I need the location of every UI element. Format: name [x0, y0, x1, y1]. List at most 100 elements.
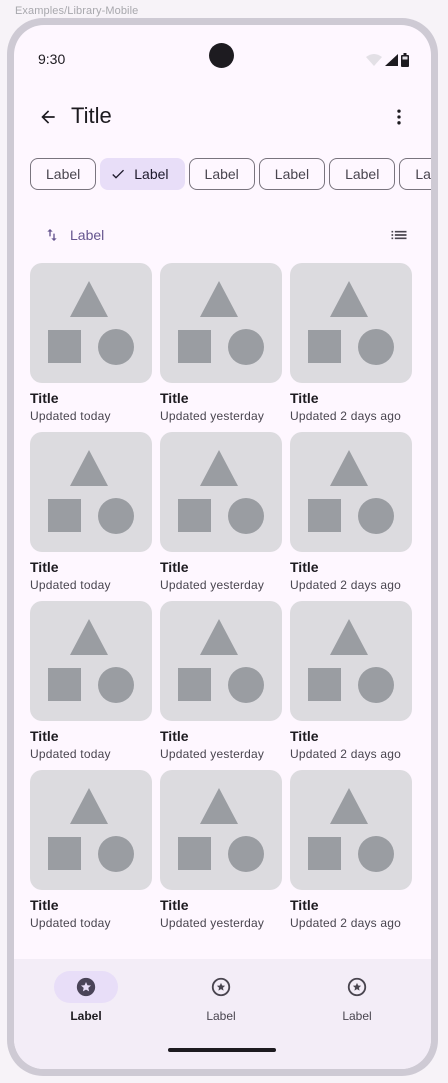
card-title: Title	[290, 390, 319, 406]
star-circle-icon	[347, 977, 367, 997]
library-card[interactable]: Title Updated yesterday	[160, 770, 282, 930]
library-grid: Title Updated today Title Updated yesterday…	[30, 263, 412, 930]
device-frame: 9:30 Title Label Label Label Label Label…	[7, 18, 438, 1076]
filter-chip[interactable]: Label	[258, 158, 326, 190]
card-title: Title	[160, 559, 189, 575]
chip-label: Label	[274, 166, 310, 182]
top-app-bar: Title	[14, 89, 431, 145]
check-icon	[112, 169, 125, 179]
placeholder-image	[290, 770, 412, 890]
library-card[interactable]: Title Updated 2 days ago	[290, 432, 412, 592]
library-card[interactable]: Title Updated today	[30, 263, 152, 423]
library-card[interactable]: Title Updated 2 days ago	[290, 770, 412, 930]
home-indicator[interactable]	[168, 1048, 276, 1052]
sort-label: Label	[70, 227, 105, 243]
chip-label: Label	[134, 166, 169, 182]
placeholder-image	[290, 263, 412, 383]
card-subtitle: Updated 2 days ago	[290, 578, 402, 592]
placeholder-image	[160, 770, 282, 890]
card-title: Title	[160, 728, 189, 744]
battery-icon	[401, 53, 409, 67]
placeholder-image	[160, 601, 282, 721]
placeholder-image	[290, 432, 412, 552]
shapes-placeholder-icon	[178, 281, 264, 365]
card-title: Title	[290, 897, 319, 913]
camera-cutout	[209, 43, 234, 68]
back-button[interactable]	[28, 97, 68, 137]
sort-button[interactable]: Label	[34, 217, 114, 253]
card-subtitle: Updated yesterday	[160, 916, 265, 930]
shapes-placeholder-icon	[178, 450, 264, 534]
card-subtitle: Updated 2 days ago	[290, 916, 402, 930]
card-subtitle: Updated today	[30, 409, 111, 423]
library-card[interactable]: Title Updated today	[30, 432, 152, 592]
shapes-placeholder-icon	[48, 281, 134, 365]
more-options-button[interactable]	[379, 97, 419, 137]
nav-active-indicator	[54, 971, 118, 1003]
frame-caption: Examples/Library-Mobile	[15, 5, 139, 17]
filter-chip-selected[interactable]: Label	[100, 158, 185, 190]
library-card[interactable]: Title Updated today	[30, 601, 152, 761]
library-card[interactable]: Title Updated yesterday	[160, 432, 282, 592]
chip-label: Label	[345, 166, 380, 182]
nav-label: Label	[342, 1009, 372, 1023]
card-title: Title	[290, 728, 319, 744]
nav-item-2[interactable]: Label	[171, 971, 271, 1023]
card-subtitle: Updated 2 days ago	[290, 409, 402, 423]
nav-icon-container	[189, 971, 253, 1003]
card-title: Title	[160, 390, 189, 406]
status-bar: 9:30	[14, 25, 431, 89]
nav-item-1[interactable]: Label	[36, 971, 136, 1023]
cellular-icon	[385, 54, 398, 66]
library-card[interactable]: Title Updated 2 days ago	[290, 601, 412, 761]
filter-chip[interactable]: La	[399, 158, 431, 190]
shapes-placeholder-icon	[308, 450, 394, 534]
nav-item-3[interactable]: Label	[307, 971, 407, 1023]
card-subtitle: Updated 2 days ago	[290, 747, 402, 761]
card-title: Title	[290, 559, 319, 575]
chip-label: Label	[46, 166, 81, 182]
nav-icon-container	[325, 971, 389, 1003]
star-circle-icon	[211, 977, 231, 997]
status-icons	[366, 53, 409, 67]
placeholder-image	[30, 263, 152, 383]
chip-label: Label	[204, 166, 239, 182]
shapes-placeholder-icon	[308, 281, 394, 365]
shapes-placeholder-icon	[308, 619, 394, 703]
status-time: 9:30	[38, 51, 66, 67]
placeholder-image	[160, 432, 282, 552]
card-title: Title	[30, 897, 59, 913]
more-vert-icon	[397, 109, 401, 125]
card-subtitle: Updated yesterday	[160, 578, 265, 592]
arrow-back-icon	[41, 110, 55, 124]
nav-label: Label	[206, 1009, 236, 1023]
placeholder-image	[30, 601, 152, 721]
shapes-placeholder-icon	[48, 450, 134, 534]
library-card[interactable]: Title Updated yesterday	[160, 263, 282, 423]
wifi-icon	[366, 54, 382, 66]
card-title: Title	[30, 728, 59, 744]
list-view-icon	[391, 230, 407, 240]
shapes-placeholder-icon	[308, 788, 394, 872]
shapes-placeholder-icon	[178, 788, 264, 872]
library-card[interactable]: Title Updated today	[30, 770, 152, 930]
filter-chip-row: Label Label Label Label Label La	[30, 158, 431, 190]
card-title: Title	[160, 897, 189, 913]
phone-screen: 9:30 Title Label Label Label Label Label…	[14, 25, 431, 1069]
placeholder-image	[160, 263, 282, 383]
card-subtitle: Updated yesterday	[160, 747, 265, 761]
placeholder-image	[30, 432, 152, 552]
filter-chip[interactable]: Label	[188, 158, 255, 190]
swap-vert-icon	[47, 229, 57, 241]
library-card[interactable]: Title Updated yesterday	[160, 601, 282, 761]
filter-chip[interactable]: Label	[329, 158, 396, 190]
shapes-placeholder-icon	[178, 619, 264, 703]
library-card[interactable]: Title Updated 2 days ago	[290, 263, 412, 423]
nav-label: Label	[70, 1009, 102, 1023]
view-toggle-button[interactable]	[379, 215, 419, 255]
filter-chip[interactable]: Label	[30, 158, 97, 190]
card-subtitle: Updated today	[30, 747, 111, 761]
card-title: Title	[30, 559, 59, 575]
shapes-placeholder-icon	[48, 619, 134, 703]
card-subtitle: Updated today	[30, 916, 111, 930]
